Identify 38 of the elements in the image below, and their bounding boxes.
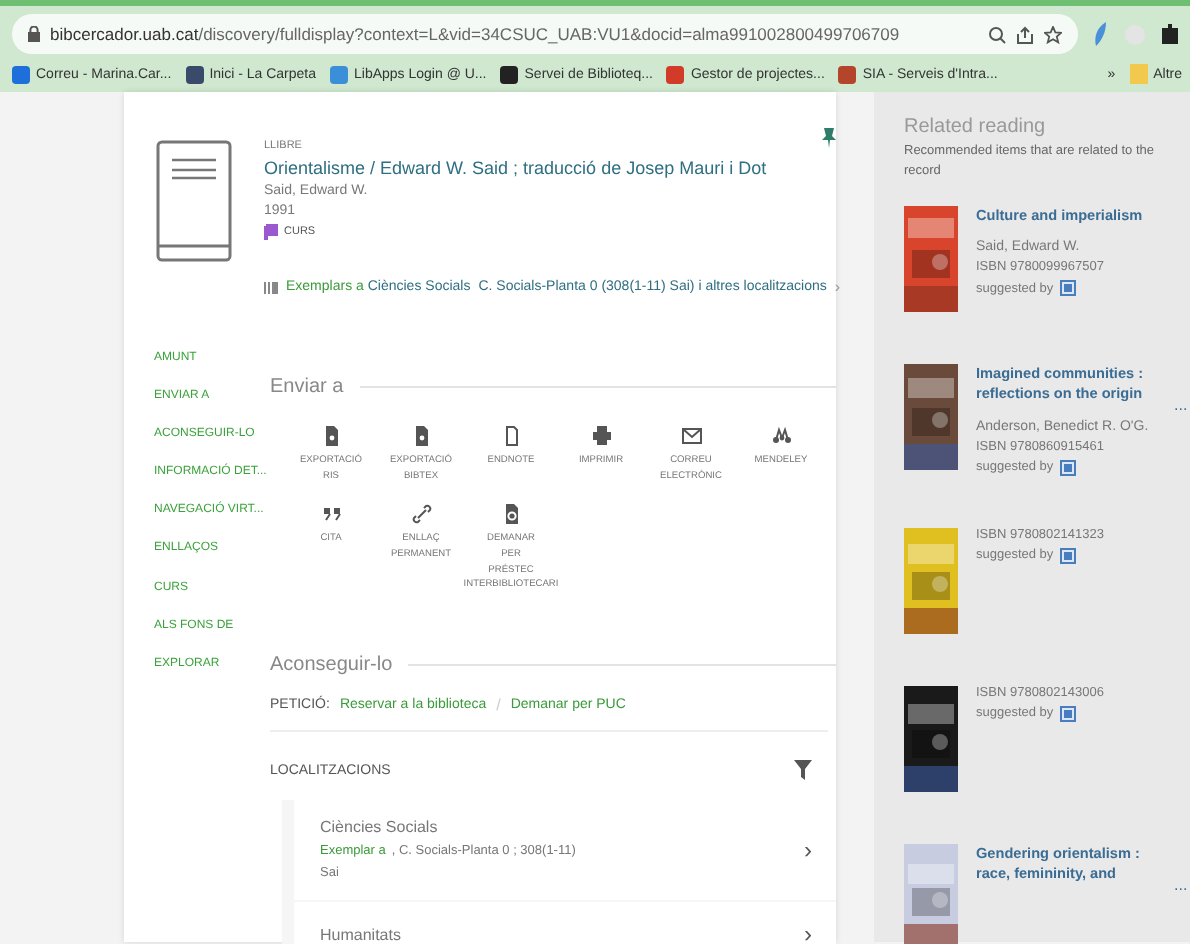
pin-icon[interactable]: [822, 128, 836, 148]
filter-icon[interactable]: [794, 760, 812, 781]
related-heading: Related reading: [904, 116, 1048, 138]
bookmark-icon: [1059, 459, 1076, 476]
record-title[interactable]: Orientalisme / Edward W. Said ; traducció de Josep Mauri i Dot: [264, 158, 841, 178]
zoom-icon[interactable]: [988, 25, 1006, 43]
chevron-icon[interactable]: ›: [804, 920, 812, 944]
url-text: bibcercador.uab.cat/discovery/fulldisplay?context=L&vid=34CSUC_UAB:VU1&docid=alma991002800499706709: [50, 24, 900, 44]
link-icon: [411, 504, 431, 525]
location-card[interactable]: Humanitats ›: [294, 902, 836, 944]
more-button[interactable]: ...: [1174, 875, 1188, 894]
address-bar[interactable]: bibcercador.uab.cat/discovery/fulldisplay?context=L&vid=34CSUC_UAB:VU1&docid=alma991002800499706709: [12, 14, 1078, 54]
more-button[interactable]: ...: [1174, 395, 1188, 414]
file-icon: [411, 426, 431, 446]
share-icon[interactable]: [1016, 25, 1034, 43]
library-name: Ciències Socials: [320, 818, 440, 837]
separator: /: [496, 696, 501, 715]
quote-icon: [321, 504, 341, 525]
section-heading: Aconseguir-lo: [270, 654, 393, 677]
folder-icon: [1129, 64, 1148, 84]
section-heading: Enviar a: [270, 376, 344, 398]
chevron-icon[interactable]: ›: [804, 835, 812, 864]
bookmark-icon: [1059, 705, 1076, 722]
book-icon: [156, 140, 232, 262]
bookmark-icon: [1059, 280, 1076, 297]
lock-icon: [28, 26, 40, 42]
course-icon: [264, 224, 278, 240]
document-icon: [501, 504, 521, 525]
file-icon: [321, 426, 341, 446]
star-icon[interactable]: [1044, 25, 1062, 43]
shelf-icon: [264, 281, 278, 293]
mail-icon: [681, 426, 701, 446]
feather-icon[interactable]: [1094, 22, 1108, 46]
file-icon: [501, 426, 521, 446]
puzzle-icon[interactable]: [1162, 24, 1178, 44]
library-name: Humanitats: [320, 925, 401, 944]
print-icon: [591, 426, 611, 446]
bookmark-icon: [1059, 547, 1076, 564]
